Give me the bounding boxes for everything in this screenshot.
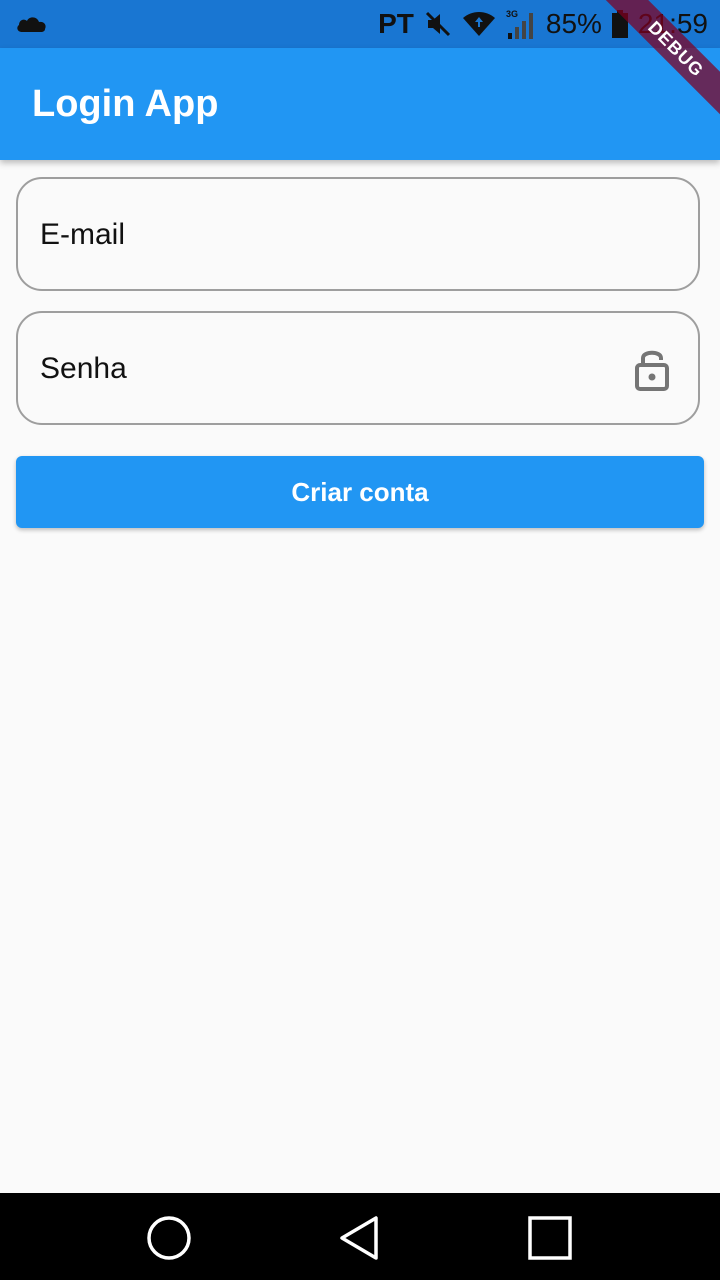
- password-field[interactable]: Senha: [16, 311, 700, 425]
- app-title: Login App: [32, 83, 219, 125]
- cloud-icon: [14, 10, 50, 38]
- create-account-button[interactable]: Criar conta: [16, 456, 704, 528]
- navigation-bar: [0, 1193, 720, 1280]
- wifi-icon: [462, 10, 496, 38]
- signal-label: 3G: [506, 9, 518, 19]
- screen: PT 3G 85% 21:59 DEBUG Login App E-mail S…: [0, 0, 720, 1280]
- battery-percent: 85%: [545, 8, 602, 39]
- recent-square-icon[interactable]: [527, 1215, 573, 1261]
- password-field-label: Senha: [40, 352, 127, 385]
- email-field-label: E-mail: [40, 218, 126, 251]
- mute-icon: [424, 10, 452, 38]
- email-field[interactable]: E-mail: [16, 177, 700, 291]
- back-triangle-icon[interactable]: [338, 1215, 384, 1261]
- lock-icon: [634, 347, 670, 391]
- home-circle-icon[interactable]: [146, 1215, 192, 1261]
- signal-icon: 3G: [506, 9, 536, 39]
- language-indicator: PT: [378, 8, 414, 39]
- app-bar: Login App: [0, 48, 720, 160]
